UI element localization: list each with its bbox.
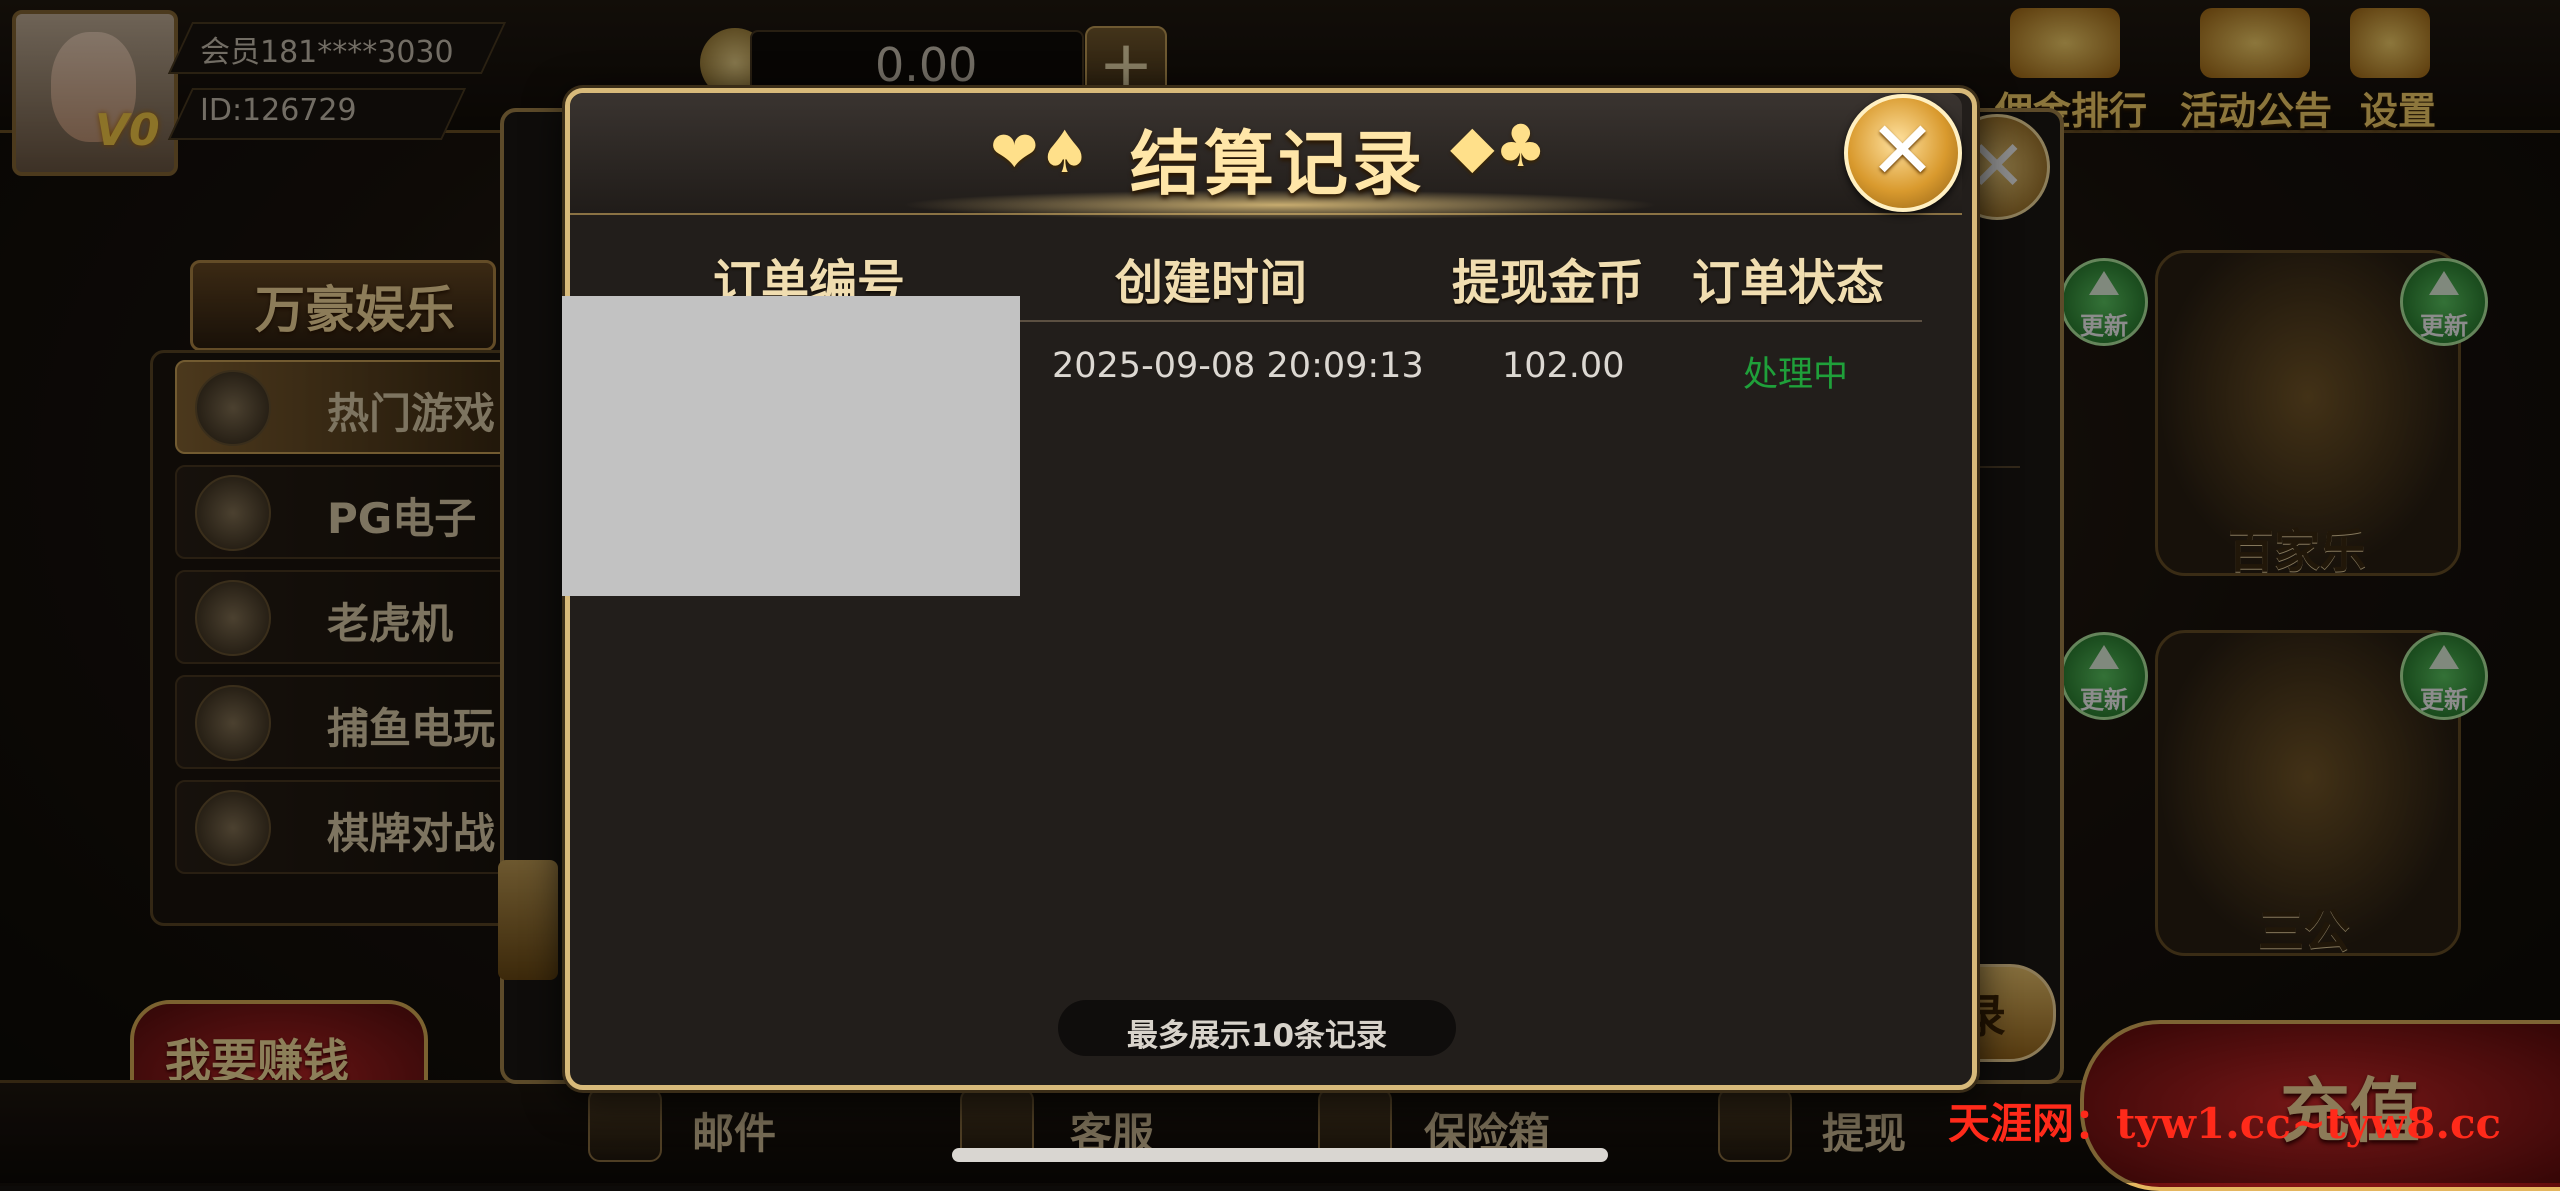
redaction-box: [562, 296, 1020, 596]
cell-status: 处理中: [1743, 355, 1849, 395]
column-header-status: 订单状态: [1692, 255, 1885, 311]
cell-created-at: 2025-09-08 20:09:13: [1052, 346, 1424, 386]
watermark: 天涯网：tyw1.cc~tyw8.cc: [1948, 1099, 2502, 1148]
column-header-created-at: 创建时间: [1115, 255, 1308, 311]
column-header-amount: 提现金币: [1452, 255, 1645, 311]
cell-amount: 102.00: [1502, 346, 1625, 386]
home-indicator[interactable]: [952, 1148, 1608, 1162]
modal-title: 结算记录: [1130, 123, 1426, 205]
footer-note: 最多展示10条记录: [1126, 1018, 1388, 1054]
close-icon[interactable]: ✕: [1869, 104, 1936, 197]
heart-spade-icon: ❤♠: [990, 118, 1091, 186]
diamond-club-icon: ◆♣: [1450, 112, 1547, 180]
